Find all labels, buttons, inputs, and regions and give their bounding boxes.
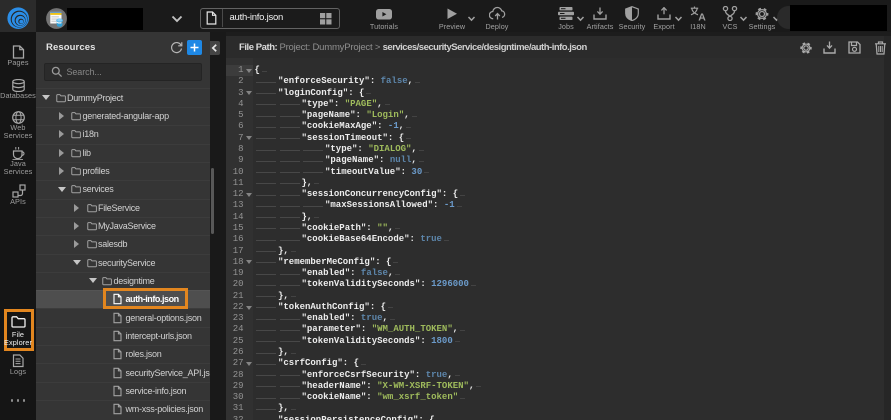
svg-text:A: A [698,11,706,21]
